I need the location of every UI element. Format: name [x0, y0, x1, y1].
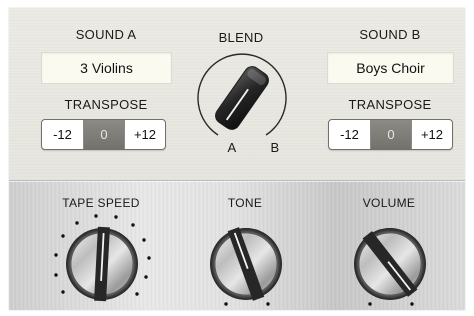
instrument-panel: SOUND A 3 Violins TRANSPOSE -12 0 +12 BL… [9, 8, 465, 310]
sound-a-transpose-up-button[interactable]: +12 [124, 120, 165, 149]
sound-a-transpose-reset-button[interactable]: 0 [83, 120, 124, 149]
sound-b-selector[interactable]: Boys Choir [327, 52, 454, 84]
sound-source-panel: SOUND A 3 Violins TRANSPOSE -12 0 +12 BL… [9, 8, 465, 180]
blend-control: A B [194, 50, 290, 155]
tape-speed-title: TAPE SPEED [62, 196, 140, 210]
sound-a-value: 3 Violins [80, 60, 133, 76]
tape-speed-knob[interactable] [52, 211, 152, 310]
sound-b-transpose-title: TRANSPOSE [348, 97, 432, 112]
sound-a-transpose-down-button[interactable]: -12 [42, 120, 83, 149]
tone-min-dot [224, 302, 228, 306]
sound-a-selector[interactable]: 3 Violins [41, 52, 172, 84]
tone-title: TONE [227, 196, 263, 210]
blend-a-label: A [227, 140, 237, 155]
volume-max-dot [410, 302, 414, 306]
blend-dial [197, 53, 287, 136]
sound-b-transpose-reset-button[interactable]: 0 [370, 120, 411, 149]
sound-b-transpose-down-button[interactable]: -12 [329, 120, 370, 149]
sound-b-value: Boys Choir [356, 60, 425, 76]
tone-knob[interactable] [196, 211, 296, 310]
tone-max-dot [266, 302, 270, 306]
volume-knob[interactable] [340, 211, 440, 310]
sound-a-title: SOUND A [75, 27, 137, 42]
blend-lever [215, 66, 269, 130]
volume-title: VOLUME [362, 196, 416, 210]
blend-b-label: B [270, 140, 280, 155]
sound-b-transpose-up-button[interactable]: +12 [411, 120, 452, 149]
sound-b-transpose-stepper: -12 0 +12 [328, 119, 453, 150]
sound-a-transpose-stepper: -12 0 +12 [41, 119, 166, 150]
blend-title: BLEND [218, 30, 264, 45]
sound-a-transpose-title: TRANSPOSE [64, 97, 148, 112]
sound-b-title: SOUND B [359, 27, 421, 42]
volume-min-dot [368, 302, 372, 306]
